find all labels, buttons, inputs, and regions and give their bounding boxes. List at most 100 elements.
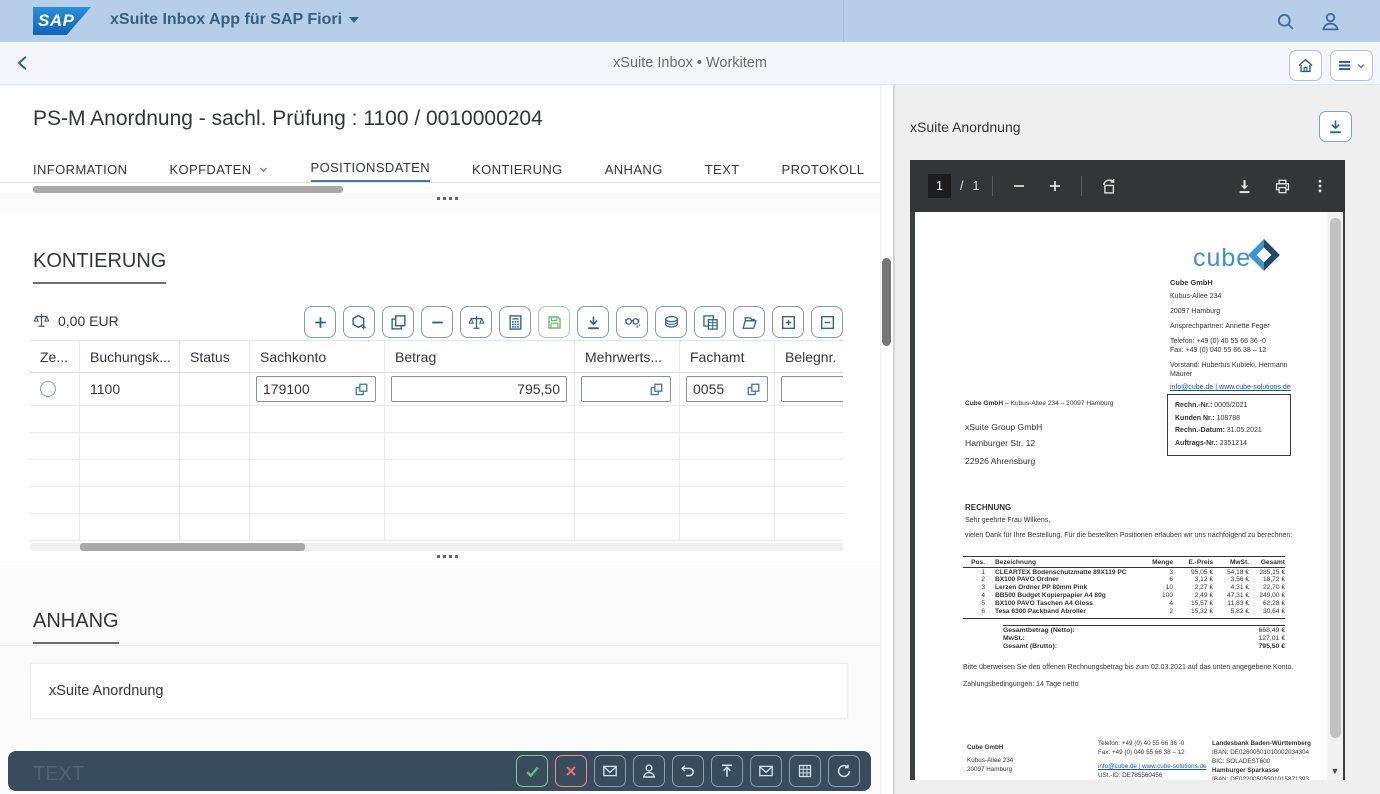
payment-note: Bitte überweisen Sie den offenen Rechnun…: [963, 664, 1294, 671]
tab-positionsdaten[interactable]: POSITIONSDATEN: [310, 156, 431, 183]
shell-search-button[interactable]: [1276, 12, 1295, 31]
tab-kopfdaten[interactable]: KOPFDATEN: [169, 156, 268, 183]
balance-total: 0,00 EUR: [33, 312, 119, 329]
sachkonto-input[interactable]: 179100: [256, 376, 376, 402]
invoice-greeting: Sehr geehrte Frau Wilkens,: [965, 517, 1051, 524]
tab-text[interactable]: TEXT: [705, 156, 740, 183]
download-button[interactable]: [577, 306, 609, 338]
create-assignment-button[interactable]: [343, 306, 375, 338]
minus-icon: [1011, 178, 1027, 194]
table-row: 1100 179100 795,50 0055: [30, 373, 843, 406]
copy-row-button[interactable]: [382, 306, 414, 338]
pdf-page-input[interactable]: 1: [928, 174, 951, 198]
footer-web-link[interactable]: info@cube.de | www.cube-solutions.de: [1098, 763, 1228, 771]
invoice-item-row: 5 BX100 PAVO Taschen A4 Gloss 4 15,57 €11,8…: [981, 600, 1285, 608]
col-betrag: Betrag: [385, 341, 575, 372]
tab-protokoll[interactable]: PROTOKOLL: [782, 156, 865, 183]
refresh-button[interactable]: [828, 755, 860, 787]
kontierung-toolbar: [304, 306, 843, 338]
recipient-block: xSuite Group GmbH Hamburger Str. 12 2292…: [965, 422, 1043, 466]
send-mail-button[interactable]: [594, 755, 626, 787]
home-button[interactable]: [1289, 50, 1322, 81]
pdf-toolbar-divider: [992, 176, 994, 196]
x-icon: [563, 763, 579, 779]
fachamt-input[interactable]: 0055: [686, 376, 768, 402]
tab-kontierung[interactable]: KONTIERUNG: [472, 156, 563, 183]
left-panel-scrollbar-thumb[interactable]: [882, 258, 891, 346]
approve-button[interactable]: [516, 755, 548, 787]
app-title-menu[interactable]: xSuite Inbox App für SAP Fiori: [110, 11, 360, 29]
table-view-button[interactable]: [789, 755, 821, 787]
splitter-handle-bottom[interactable]: [437, 555, 458, 558]
col-sachkonto: Sachkonto: [250, 341, 385, 372]
table-hscroll-thumb[interactable]: [80, 543, 305, 551]
object-page-title: PS-M Anordnung - sachl. Prüfung : 1100 /…: [33, 107, 543, 130]
value-help-icon[interactable]: [354, 382, 369, 397]
check-rules-button[interactable]: [616, 306, 648, 338]
pdf-toolbar: 1 / 1: [910, 160, 1345, 212]
invoice-item-row: 3 Lerzen Ordner PP 80mm Pink 10 2,27 €4,31 …: [981, 584, 1285, 592]
col-belegnr: Belegnr.: [785, 348, 837, 365]
col-fachamt: Fachamt: [680, 341, 775, 372]
send-mail-2-button[interactable]: [750, 755, 782, 787]
calculate-button[interactable]: [499, 306, 531, 338]
plus-icon: [312, 314, 329, 331]
pdf-toolbar-divider: [1081, 176, 1083, 196]
upload-button[interactable]: [711, 755, 743, 787]
row-select-radio[interactable]: [40, 381, 56, 397]
table-copy-icon: [702, 314, 719, 331]
forward-user-button[interactable]: [633, 755, 665, 787]
top-horizontal-scrollbar[interactable]: [33, 186, 343, 193]
left-panel-scrollbar-track: [880, 85, 893, 794]
betrag-input[interactable]: 795,50: [391, 376, 567, 402]
add-row-button[interactable]: [304, 306, 336, 338]
envelope-icon: [602, 763, 618, 779]
tab-information[interactable]: INFORMATION: [33, 156, 127, 183]
currency-button[interactable]: [655, 306, 687, 338]
tab-anhang[interactable]: ANHANG: [605, 156, 663, 183]
expand-all-button[interactable]: [772, 306, 804, 338]
value-help-icon[interactable]: [649, 382, 664, 397]
attachment-card[interactable]: xSuite Anordnung: [30, 663, 848, 719]
pdf-download-button[interactable]: [1231, 173, 1257, 199]
chevron-down-icon: [258, 164, 269, 175]
pdf-print-button[interactable]: [1269, 173, 1295, 199]
copy-table-button[interactable]: [694, 306, 726, 338]
clear-filter-button[interactable]: [733, 306, 765, 338]
plus-icon: [1047, 178, 1063, 194]
col-mehrwertsteuer: Mehrwerts...: [575, 341, 680, 372]
payment-terms: Zahlungsbedingungen: 14 Tage netto: [963, 681, 1079, 688]
belegnr-input[interactable]: [781, 376, 843, 402]
splitter-handle-top[interactable]: [437, 197, 458, 200]
value-help-icon[interactable]: [746, 382, 761, 397]
pdf-more-button[interactable]: [1307, 173, 1333, 199]
col-zeile: Ze...: [30, 341, 80, 372]
company-web-link[interactable]: info@cube.de | www.cube-solutions.de: [1170, 383, 1295, 392]
pdf-page-count: 1: [972, 179, 980, 193]
upload-icon: [719, 763, 735, 779]
remove-row-button[interactable]: [421, 306, 453, 338]
zoom-in-button[interactable]: [1042, 173, 1068, 199]
text-heading: TEXT: [33, 763, 85, 785]
col-buchungskreis: Buchungsk...: [80, 341, 180, 372]
reject-button[interactable]: [555, 755, 587, 787]
undo-button[interactable]: [672, 755, 704, 787]
save-button[interactable]: [538, 306, 570, 338]
viewer-download-button[interactable]: [1319, 111, 1352, 142]
mehrwertsteuer-input[interactable]: [581, 376, 671, 402]
app-title-caret-icon: [349, 17, 360, 23]
rotate-button[interactable]: [1095, 173, 1121, 199]
balance-button[interactable]: [460, 306, 492, 338]
cube-logo-icon: [1248, 239, 1280, 271]
pdf-scroll-down-arrow[interactable]: ▼: [1327, 762, 1343, 780]
collapse-all-button[interactable]: [811, 306, 843, 338]
invoice-company-block: Cube GmbH Kubus-Allee 234 20097 Hamburg …: [1170, 278, 1295, 397]
zoom-out-button[interactable]: [1006, 173, 1032, 199]
invoice-item-row: 1 CLEARTEX Bodenschutzmatte 89X119 PC 3 95,…: [981, 568, 1285, 576]
shell-user-button[interactable]: [1320, 11, 1341, 32]
invoice-intro: vielen Dank für Ihre Bestellung. Für die…: [965, 532, 1293, 539]
download-icon: [585, 314, 602, 331]
folder-icon: [741, 314, 758, 331]
pdf-scrollbar-thumb[interactable]: [1329, 218, 1341, 738]
menu-button[interactable]: [1330, 50, 1373, 81]
